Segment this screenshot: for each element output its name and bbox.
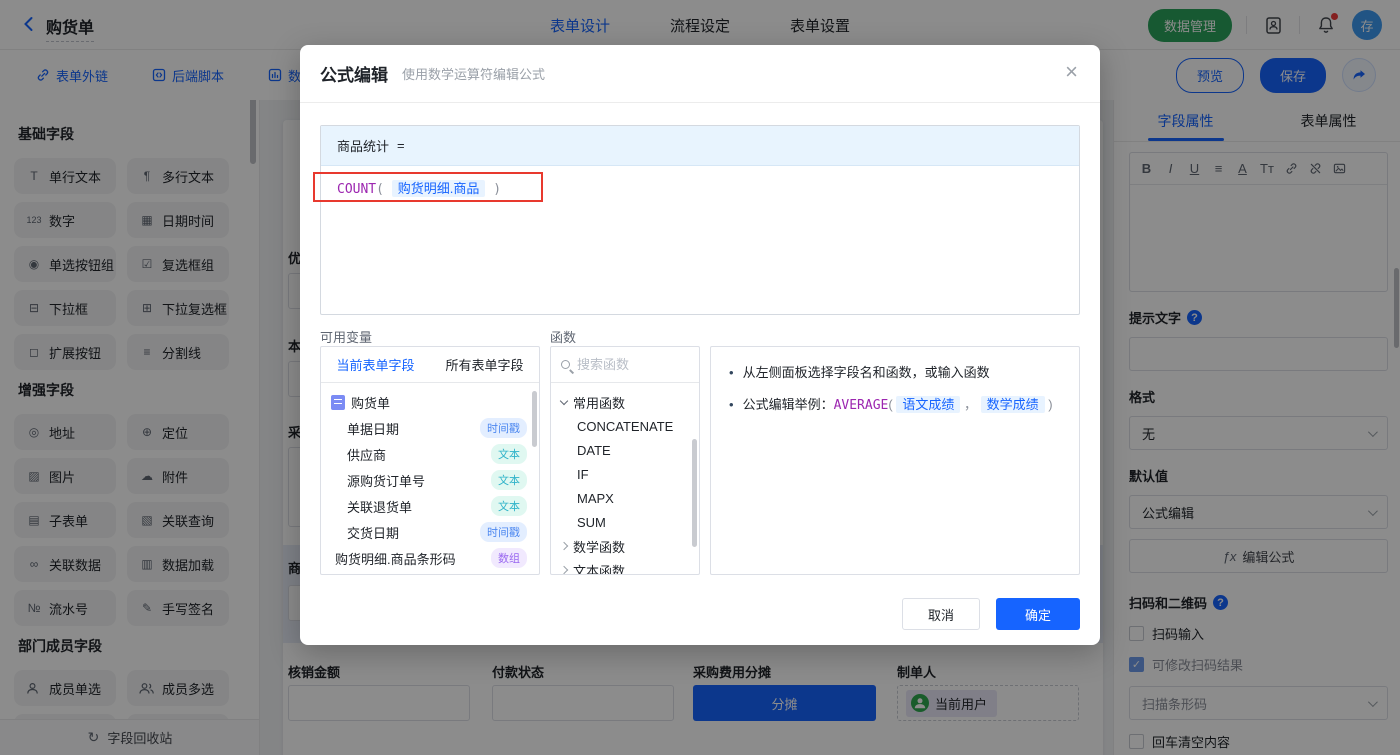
function-search-input[interactable]	[577, 357, 677, 372]
formula-target: 商品统计 =	[321, 126, 1079, 166]
confirm-button[interactable]: 确定	[996, 598, 1080, 630]
chevron-right-icon	[560, 566, 568, 574]
function-group-text[interactable]: 文本函数	[551, 558, 699, 575]
modal-title: 公式编辑	[320, 61, 388, 86]
variables-label: 可用变量	[320, 327, 372, 346]
variable-item[interactable]: 供应商 文本	[321, 441, 539, 467]
tip-line: • 从左侧面板选择字段名和函数，或输入函数	[729, 363, 1061, 383]
function-item[interactable]: DATE	[551, 438, 699, 462]
variable-item[interactable]: 单据日期 时间戳	[321, 415, 539, 441]
function-item[interactable]: SUM	[551, 510, 699, 534]
variable-item[interactable]: 源购货订单号 文本	[321, 467, 539, 493]
modal-header: 公式编辑 使用数学运算符编辑公式	[300, 45, 1100, 103]
tips-panel: • 从左侧面板选择字段名和函数，或输入函数 • 公式编辑举例：AVERAGE( …	[710, 346, 1080, 575]
variables-root-node[interactable]: 购货单	[321, 389, 539, 415]
variable-item[interactable]: 关联退货单 文本	[321, 493, 539, 519]
chevron-down-icon	[560, 396, 568, 404]
function-item[interactable]: MAPX	[551, 486, 699, 510]
variables-tabs: 当前表单字段 所有表单字段	[321, 347, 539, 383]
function-search	[551, 347, 699, 383]
type-badge: 文本	[491, 470, 527, 490]
type-badge: 数组	[491, 548, 527, 568]
tab-all-form-fields[interactable]: 所有表单字段	[430, 355, 539, 374]
modal-footer: 取消 确定	[300, 583, 1100, 645]
cancel-button[interactable]: 取消	[902, 598, 980, 630]
close-icon[interactable]: ×	[1065, 61, 1078, 83]
formula-editor: 商品统计 = COUNT( 购货明细.商品 )	[320, 125, 1080, 315]
type-badge: 时间戳	[480, 522, 527, 542]
modal-subtitle: 使用数学运算符编辑公式	[402, 64, 545, 83]
formula-edit-modal: 公式编辑 使用数学运算符编辑公式 × 商品统计 = COUNT( 购货明细.商品…	[300, 45, 1100, 645]
equals-sign: =	[397, 138, 405, 153]
type-badge: 文本	[491, 444, 527, 464]
function-item[interactable]: CONCATENATE	[551, 414, 699, 438]
variable-item[interactable]: 交货日期 时间戳	[321, 519, 539, 545]
formula-field-chip[interactable]: 购货明细.商品	[392, 180, 486, 197]
app: 购货单 表单设计 流程设定 表单设置 数据管理 存 表单外链	[0, 0, 1400, 755]
function-group-math[interactable]: 数学函数	[551, 534, 699, 558]
tip-example-line: • 公式编辑举例：AVERAGE( 语文成绩 ， 数学成绩 )	[729, 395, 1061, 416]
type-badge: 时间戳	[480, 418, 527, 438]
functions-label: 函数	[550, 327, 576, 346]
type-badge: 文本	[491, 496, 527, 516]
function-group-common[interactable]: 常用函数	[551, 390, 699, 414]
functions-scrollbar[interactable]	[692, 439, 697, 547]
chevron-right-icon	[560, 542, 568, 550]
variable-item[interactable]: 购货明细.商品条形码 数组	[321, 545, 539, 571]
formula-function: COUNT	[337, 182, 376, 197]
functions-panel: 常用函数 CONCATENATE DATE IF MAPX SUM 数学函数 文…	[550, 346, 700, 575]
variables-scrollbar[interactable]	[532, 391, 537, 447]
example-chip: 语文成绩	[896, 396, 960, 413]
formula-input-area[interactable]: COUNT( 购货明细.商品 )	[321, 166, 1079, 209]
example-function: AVERAGE	[834, 398, 889, 413]
search-icon	[561, 360, 570, 369]
example-chip: 数学成绩	[981, 396, 1045, 413]
form-doc-icon	[331, 395, 345, 410]
tab-current-form-fields[interactable]: 当前表单字段	[321, 355, 430, 374]
formula-field-name: 商品统计	[337, 136, 389, 155]
function-item[interactable]: IF	[551, 462, 699, 486]
variables-panel: 当前表单字段 所有表单字段 购货单 单据日期 时间戳 供应商 文本 源购货订单号	[320, 346, 540, 575]
